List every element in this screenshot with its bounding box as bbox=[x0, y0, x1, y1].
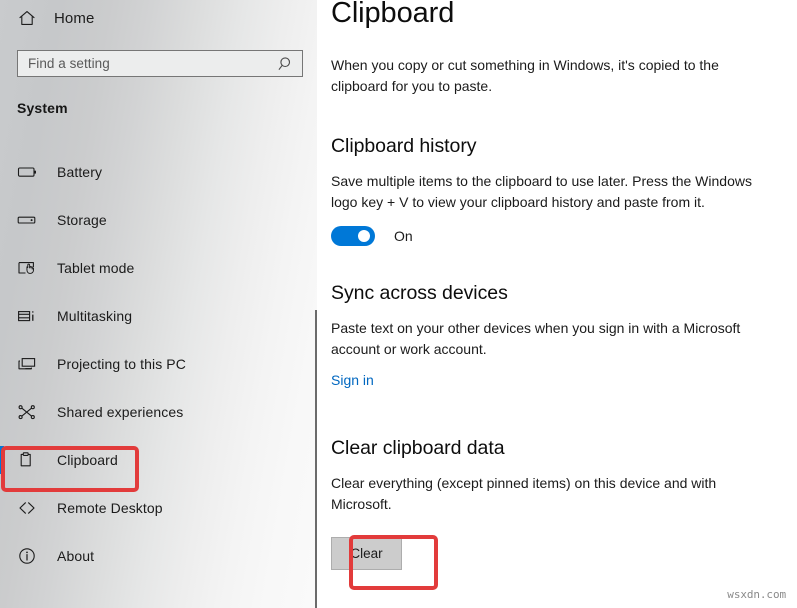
sidebar-nav-list: Battery Storage Tablet mode Multitasking… bbox=[0, 157, 317, 589]
page-title: Clipboard bbox=[331, 0, 455, 29]
sidebar-item-label: Storage bbox=[57, 212, 107, 228]
sidebar-item-label: Shared experiences bbox=[57, 404, 184, 420]
battery-icon bbox=[16, 161, 38, 183]
clipboard-history-group: Clipboard history Save multiple items to… bbox=[331, 135, 773, 246]
storage-icon bbox=[16, 209, 38, 231]
multitasking-icon bbox=[16, 305, 38, 327]
page-intro-text: When you copy or cut something in Window… bbox=[331, 57, 719, 94]
clear-clipboard-data-description: Clear everything (except pinned items) o… bbox=[331, 475, 717, 512]
search-setting-box[interactable]: Find a setting bbox=[17, 50, 303, 77]
sidebar-item-storage[interactable]: Storage bbox=[0, 205, 317, 235]
sync-across-devices-title: Sync across devices bbox=[331, 282, 508, 304]
sidebar-item-clipboard[interactable]: Clipboard bbox=[0, 445, 317, 475]
home-icon bbox=[17, 8, 37, 28]
sidebar-item-label: About bbox=[57, 548, 95, 564]
tablet-mode-icon bbox=[16, 257, 38, 279]
sync-across-devices-description: Paste text on your other devices when yo… bbox=[331, 320, 741, 357]
clear-button[interactable]: Clear bbox=[331, 537, 402, 570]
clipboard-history-title: Clipboard history bbox=[331, 135, 477, 157]
projecting-icon bbox=[16, 353, 38, 375]
settings-content-pane: Clipboard When you copy or cut something… bbox=[317, 0, 797, 608]
sidebar-item-projecting-to-this-pc[interactable]: Projecting to this PC bbox=[0, 349, 317, 379]
sign-in-link[interactable]: Sign in bbox=[331, 372, 374, 388]
clipboard-history-description: Save multiple items to the clipboard to … bbox=[331, 173, 752, 210]
sidebar-item-battery[interactable]: Battery bbox=[0, 157, 317, 187]
remote-desktop-icon bbox=[16, 497, 38, 519]
sidebar-item-label: Battery bbox=[57, 164, 103, 180]
clipboard-history-toggle-row: On bbox=[331, 226, 773, 246]
toggle-knob bbox=[358, 230, 370, 242]
sidebar-item-tablet-mode[interactable]: Tablet mode bbox=[0, 253, 317, 283]
sidebar-item-shared-experiences[interactable]: Shared experiences bbox=[0, 397, 317, 427]
sidebar-item-label: Multitasking bbox=[57, 308, 133, 324]
watermark: wsxdn.com bbox=[727, 588, 786, 601]
clipboard-history-toggle-state: On bbox=[394, 228, 413, 244]
search-input[interactable]: Find a setting bbox=[18, 56, 275, 71]
settings-window: Home Find a setting System Battery Stora… bbox=[0, 0, 797, 608]
sidebar-item-about[interactable]: About bbox=[0, 541, 317, 571]
clipboard-history-toggle[interactable] bbox=[331, 226, 375, 246]
clear-clipboard-data-group: Clear clipboard data Clear everything (e… bbox=[331, 437, 773, 570]
sidebar-item-label: Projecting to this PC bbox=[57, 356, 186, 372]
clipboard-icon bbox=[16, 449, 38, 471]
sidebar-item-label: Clipboard bbox=[57, 452, 118, 468]
sync-across-devices-group: Sync across devices Paste text on your o… bbox=[331, 282, 773, 390]
shared-experiences-icon bbox=[16, 401, 38, 423]
sidebar-item-label: Tablet mode bbox=[57, 260, 135, 276]
clear-clipboard-data-title: Clear clipboard data bbox=[331, 437, 505, 459]
info-icon bbox=[16, 545, 38, 567]
sidebar-item-remote-desktop[interactable]: Remote Desktop bbox=[0, 493, 317, 523]
settings-sidebar: Home Find a setting System Battery Stora… bbox=[0, 0, 317, 608]
sidebar-item-multitasking[interactable]: Multitasking bbox=[0, 301, 317, 331]
home-label: Home bbox=[54, 9, 95, 27]
sidebar-section-title: System bbox=[17, 100, 68, 116]
search-icon[interactable] bbox=[275, 53, 297, 75]
home-nav-link[interactable]: Home bbox=[17, 5, 94, 31]
sidebar-item-label: Remote Desktop bbox=[57, 500, 163, 516]
